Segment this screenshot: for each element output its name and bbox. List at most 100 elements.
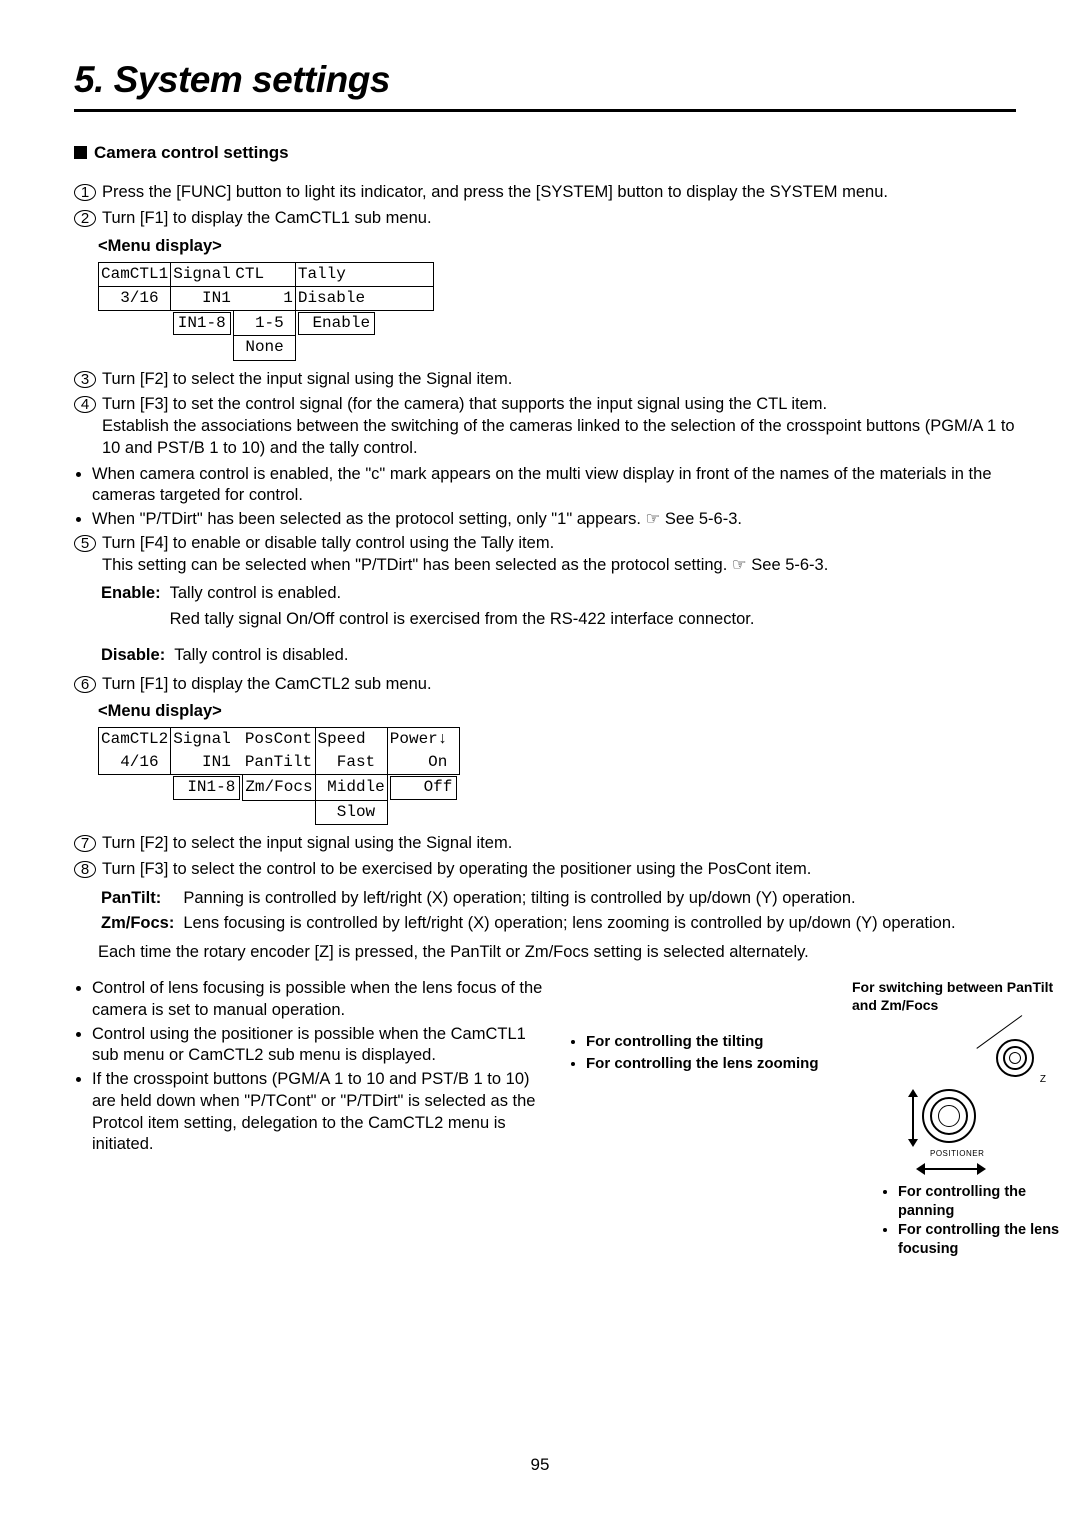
menu-option: 1-5 <box>233 310 295 336</box>
step-7-text: Turn [F2] to select the input signal usi… <box>102 833 1016 855</box>
step-4-bullet-1: When camera control is enabled, the "c" … <box>92 464 1016 508</box>
step-2-text: Turn [F1] to display the CamCTL1 sub men… <box>102 208 1016 230</box>
positioner-label: POSITIONER <box>930 1149 984 1160</box>
step-5-line2: This setting can be selected when "P/TDi… <box>102 556 828 574</box>
rotary-encoder-center-icon <box>1009 1052 1021 1064</box>
mid-column: For controlling the tilting For controll… <box>568 978 858 1076</box>
step-4-text: Turn [F3] to set the control signal (for… <box>102 394 1016 459</box>
step-4-bullet-2: When "P/TDirt" has been selected as the … <box>92 509 1016 531</box>
vertical-arrow-icon <box>904 1089 914 1147</box>
menu1-box: CamCTL1 Signal CTL Tally 3/16 IN1 1 Disa… <box>98 262 1016 361</box>
menu-cell: 3/16 <box>99 286 171 310</box>
menu-cell: CamCTL1 <box>99 262 171 286</box>
menu-display-label: <Menu display> <box>98 236 1016 258</box>
menu-cell: IN1 <box>171 286 234 310</box>
pantilt-text: Panning is controlled by left/right (X) … <box>182 887 961 911</box>
menu-option: IN1-8 <box>173 312 231 335</box>
menu-option: Middle <box>315 775 387 801</box>
step-4: 4 Turn [F3] to set the control signal (f… <box>74 394 1016 459</box>
step-number-icon: 7 <box>74 835 96 852</box>
menu-option: Enable <box>298 312 375 335</box>
step-4-line2: Establish the associations between the s… <box>102 417 1015 457</box>
menu-cell: Signal <box>171 728 243 752</box>
menu-cell: 1 <box>233 286 295 310</box>
menu-option: Slow <box>315 801 387 825</box>
menu-cell: PanTilt <box>243 751 315 775</box>
step-3-text: Turn [F2] to select the input signal usi… <box>102 369 1016 391</box>
menu-option: IN1-8 <box>173 776 241 799</box>
right-bullets: For controlling the panning For controll… <box>882 1183 1062 1260</box>
step-7: 7 Turn [F2] to select the input signal u… <box>74 833 1016 855</box>
menu-cell: Speed <box>315 728 387 752</box>
mid-bullet-1: For controlling the tilting <box>586 1032 858 1052</box>
menu-cell <box>377 262 433 286</box>
notes-column: Control of lens focusing is possible whe… <box>74 978 544 1158</box>
menu-cell: Signal <box>171 262 234 286</box>
step-number-icon: 1 <box>74 184 96 201</box>
menu-display-label: <Menu display> <box>98 701 1016 723</box>
step-number-icon: 5 <box>74 535 96 552</box>
section-heading: Camera control settings <box>74 142 1016 164</box>
section-heading-text: Camera control settings <box>94 143 289 162</box>
menu-cell: Power↓ <box>387 728 459 752</box>
step-6-text: Turn [F1] to display the CamCTL2 sub men… <box>102 674 1016 696</box>
step-5-text: Turn [F4] to enable or disable tally con… <box>102 533 1016 577</box>
step-number-icon: 8 <box>74 861 96 878</box>
menu-cell: On <box>387 751 459 775</box>
menu-cell: Tally <box>295 262 377 286</box>
menu-cell <box>377 286 433 310</box>
mid-bullet-2: For controlling the lens zooming <box>586 1054 858 1074</box>
menu-option: Off <box>390 776 458 799</box>
step-8-tail: Each time the rotary encoder [Z] is pres… <box>74 942 1016 964</box>
step-5-definitions-2: Disable: Tally control is disabled. <box>98 642 356 670</box>
step-8-text: Turn [F3] to select the control to be ex… <box>102 859 1016 881</box>
menu2-box: CamCTL2 Signal PosCont Speed Power↓ 4/16… <box>98 727 1016 825</box>
enable-text-2: Red tally signal On/Off control is exerc… <box>169 608 761 632</box>
note-3: If the crosspoint buttons (PGM/A 1 to 10… <box>92 1069 544 1156</box>
disable-label: Disable: <box>100 644 171 668</box>
step-8-definitions: PanTilt: Panning is controlled by left/r… <box>98 885 964 939</box>
z-label: Z <box>1040 1073 1046 1086</box>
menu-option: Zm/Focs <box>243 775 315 801</box>
note-2: Control using the positioner is possible… <box>92 1024 544 1068</box>
page-title: 5. System settings <box>74 56 1016 112</box>
menu-cell: PosCont <box>243 728 315 752</box>
step-4-bullets: When camera control is enabled, the "c" … <box>74 464 1016 531</box>
step-3: 3 Turn [F2] to select the input signal u… <box>74 369 1016 391</box>
horizontal-arrow-icon <box>916 1163 986 1175</box>
menu-cell: IN1 <box>171 751 243 775</box>
step-8: 8 Turn [F3] to select the control to be … <box>74 859 1016 881</box>
menu1-table: CamCTL1 Signal CTL Tally 3/16 IN1 1 Disa… <box>98 262 434 361</box>
joystick-inner-icon <box>938 1105 960 1127</box>
positioner-diagram-column: For switching between PanTilt and Zm/Foc… <box>882 978 1062 1259</box>
menu-cell: Fast <box>315 751 387 775</box>
step-number-icon: 6 <box>74 676 96 693</box>
step-5-definitions: Enable: Tally control is enabled. Red ta… <box>98 580 762 634</box>
enable-text: Tally control is enabled. <box>169 582 761 606</box>
step-number-icon: 4 <box>74 396 96 413</box>
zmfocs-label: Zm/Focs: <box>100 912 180 936</box>
disable-text: Tally control is disabled. <box>173 644 354 668</box>
positioner-caption: For switching between PanTilt and Zm/Foc… <box>852 978 1062 1015</box>
pantilt-label: PanTilt: <box>100 887 180 911</box>
right-bullet-2: For controlling the lens focusing <box>898 1221 1062 1259</box>
zmfocs-text: Lens focusing is controlled by left/righ… <box>182 912 961 936</box>
menu-cell: 4/16 <box>99 751 171 775</box>
step-5: 5 Turn [F4] to enable or disable tally c… <box>74 533 1016 577</box>
step-1: 1 Press the [FUNC] button to light its i… <box>74 182 1016 204</box>
step-number-icon: 3 <box>74 371 96 388</box>
menu-cell: CamCTL2 <box>99 728 171 752</box>
step-number-icon: 2 <box>74 210 96 227</box>
menu-option: None <box>233 336 295 360</box>
menu-cell: CTL <box>233 262 295 286</box>
page-number: 95 <box>0 1454 1080 1476</box>
note-1: Control of lens focusing is possible whe… <box>92 978 544 1022</box>
step-1-text: Press the [FUNC] button to light its ind… <box>102 182 1016 204</box>
step-4-line1: Turn [F3] to set the control signal (for… <box>102 395 827 413</box>
step-6: 6 Turn [F1] to display the CamCTL2 sub m… <box>74 674 1016 696</box>
positioner-diagram: Z POSITIONER <box>882 1019 1062 1179</box>
enable-label: Enable: <box>100 582 167 606</box>
right-bullet-1: For controlling the panning <box>898 1183 1062 1221</box>
menu2-table: CamCTL2 Signal PosCont Speed Power↓ 4/16… <box>98 727 460 825</box>
step-2: 2 Turn [F1] to display the CamCTL1 sub m… <box>74 208 1016 230</box>
